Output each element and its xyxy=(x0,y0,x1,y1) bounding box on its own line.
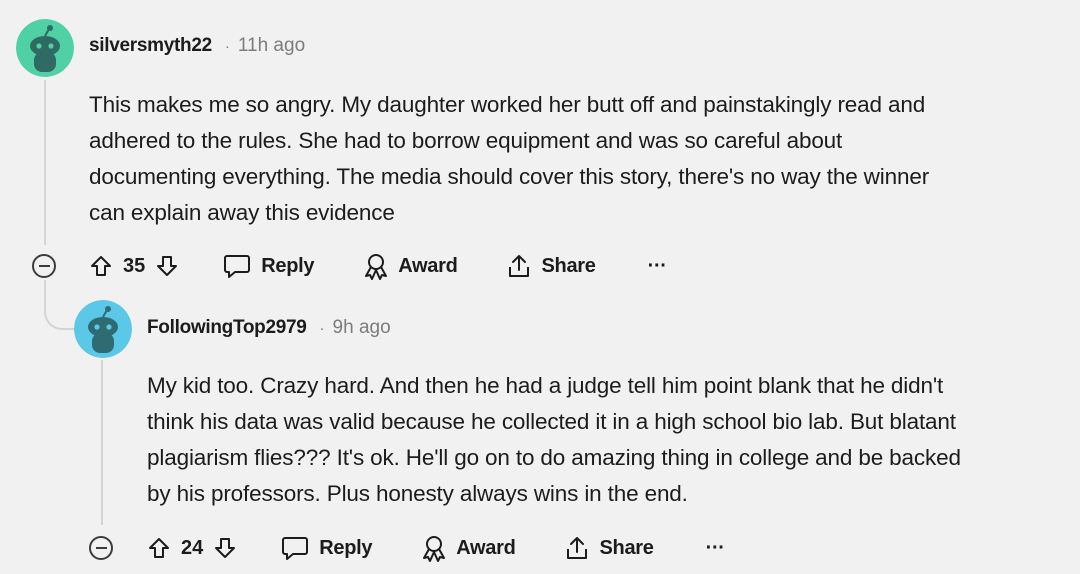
downvote-icon[interactable] xyxy=(155,254,179,278)
vote-count: 24 xyxy=(181,536,204,559)
share-label: Share xyxy=(541,254,596,277)
separator-dot: · xyxy=(224,37,230,55)
comment-bubble-icon xyxy=(223,253,251,279)
award-label: Award xyxy=(398,254,458,277)
share-label: Share xyxy=(599,536,654,559)
comment-actions: 35 Reply Award Share ··· xyxy=(89,248,667,284)
comment-thread: silversmyth22 · 11h ago This makes me so… xyxy=(0,0,1080,574)
comment-text-line: adhered to the rules. She had to borrow … xyxy=(89,128,843,153)
reply-label: Reply xyxy=(319,536,373,559)
username[interactable]: silversmyth22 xyxy=(89,35,212,57)
comment-body: This makes me so angry. My daughter work… xyxy=(89,87,929,231)
avatar[interactable] xyxy=(16,19,74,77)
reply-button[interactable]: Reply xyxy=(281,535,373,561)
reply-button[interactable]: Reply xyxy=(223,253,315,279)
reply-label: Reply xyxy=(261,254,315,277)
comment-text-line: can explain away this evidence xyxy=(89,200,395,225)
timestamp[interactable]: 9h ago xyxy=(333,317,391,339)
thread-line[interactable] xyxy=(101,360,103,525)
timestamp[interactable]: 11h ago xyxy=(238,35,305,57)
snoo-avatar-icon xyxy=(74,300,132,358)
thread-line[interactable] xyxy=(44,80,46,245)
share-button[interactable]: Share xyxy=(563,534,654,562)
upvote-icon[interactable] xyxy=(89,254,113,278)
vote-count: 35 xyxy=(123,254,146,277)
comment-text-line: My kid too. Crazy hard. And then he had … xyxy=(147,373,944,398)
snoo-avatar-icon xyxy=(16,19,74,77)
comment-text-line: by his professors. Plus honesty always w… xyxy=(147,481,688,506)
award-icon xyxy=(420,534,448,562)
share-button[interactable]: Share xyxy=(505,252,596,280)
more-options-button[interactable]: ··· xyxy=(648,255,667,278)
share-icon xyxy=(505,252,533,280)
collapse-button[interactable] xyxy=(89,536,113,560)
comment-actions: 24 Reply Award Share ··· xyxy=(147,530,725,566)
award-icon xyxy=(362,252,390,280)
comment-text-line: plagiarism flies??? It's ok. He'll go on… xyxy=(147,445,961,470)
downvote-icon[interactable] xyxy=(213,536,237,560)
avatar[interactable] xyxy=(74,300,132,358)
comment-text-line: documenting everything. The media should… xyxy=(89,164,930,189)
comment-body: My kid too. Crazy hard. And then he had … xyxy=(147,368,961,512)
collapse-button[interactable] xyxy=(32,254,56,278)
award-label: Award xyxy=(456,536,516,559)
upvote-icon[interactable] xyxy=(147,536,171,560)
more-options-button[interactable]: ··· xyxy=(706,537,725,560)
comment-bubble-icon xyxy=(281,535,309,561)
share-icon xyxy=(563,534,591,562)
award-button[interactable]: Award xyxy=(362,252,458,280)
comment-text-line: think his data was valid because he coll… xyxy=(147,409,956,434)
comment-meta: silversmyth22 · 11h ago xyxy=(89,35,305,57)
comment-text-line: This makes me so angry. My daughter work… xyxy=(89,92,926,117)
comment-meta: FollowingTop2979 · 9h ago xyxy=(147,317,391,339)
separator-dot: · xyxy=(319,319,325,337)
username[interactable]: FollowingTop2979 xyxy=(147,317,307,339)
award-button[interactable]: Award xyxy=(420,534,516,562)
